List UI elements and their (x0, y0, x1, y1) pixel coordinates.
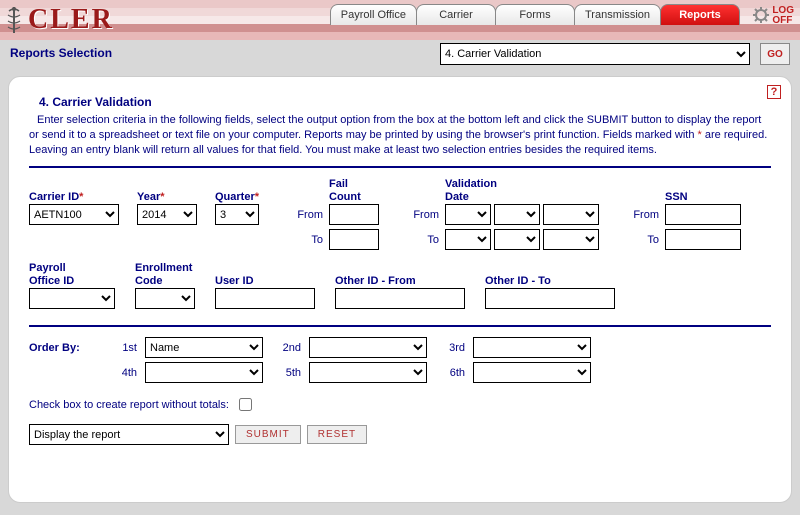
group-enrollment-code: Enrollment Code (135, 262, 195, 309)
order-by-section: Order By: 1st Name 2nd 3rd 4th 5th 6th (29, 337, 771, 383)
panel: ? 4. Carrier Validation Enter selection … (8, 76, 792, 503)
submit-button[interactable]: SUBMIT (235, 425, 301, 444)
group-payroll-office-id: Payroll Office ID (29, 262, 115, 309)
action-row: Display the report SUBMIT RESET (29, 424, 771, 445)
other-id-to-input[interactable] (485, 288, 615, 309)
label-order-by: Order By: (29, 342, 99, 354)
label-to-1: To (289, 234, 329, 246)
ssn-from-input[interactable] (665, 204, 741, 225)
label-quarter: Quarter (215, 178, 271, 204)
label-ord5: 5th (271, 367, 301, 379)
header-stripe: CLER Payroll Office Carrier Forms Transm… (0, 0, 800, 40)
checkbox-line: Check box to create report without total… (29, 395, 771, 414)
orderby-5-select[interactable] (309, 362, 427, 383)
valdate-from-mm[interactable] (445, 204, 491, 225)
label-ord4: 4th (107, 367, 137, 379)
gear-icon (753, 7, 769, 26)
year-select[interactable]: 2014 (137, 204, 197, 225)
group-other-id-from: Other ID - From (335, 262, 465, 309)
label-carrier-id: Carrier ID (29, 178, 119, 204)
label-from-1: From (289, 209, 329, 221)
logoff-link[interactable]: LOG OFF (753, 6, 794, 26)
label-from-2: From (405, 209, 445, 221)
help-icon[interactable]: ? (767, 85, 781, 99)
label-from-3: From (625, 209, 665, 221)
ssn-to-input[interactable] (665, 229, 741, 250)
label-ord2: 2nd (271, 342, 301, 354)
logo-text: CLER (28, 4, 114, 36)
output-option-select[interactable]: Display the report (29, 424, 229, 445)
payroll-office-id-select[interactable] (29, 288, 115, 309)
go-button[interactable]: GO (760, 43, 790, 65)
label-to-2: To (405, 234, 445, 246)
tab-payroll-office[interactable]: Payroll Office (330, 4, 417, 25)
label-ord1: 1st (107, 342, 137, 354)
label-to-3: To (625, 234, 665, 246)
tab-carrier[interactable]: Carrier (416, 4, 496, 25)
group-other-id-to: Other ID - To (485, 262, 615, 309)
orderby-6-select[interactable] (473, 362, 591, 383)
label-ord3: 3rd (435, 342, 465, 354)
group-ssn: SSN From To (625, 178, 741, 250)
divider-2 (29, 325, 771, 327)
label-ord6: 6th (435, 367, 465, 379)
label-no-totals: Check box to create report without total… (29, 399, 229, 411)
page-title: Reports Selection (10, 46, 112, 60)
reset-button[interactable]: RESET (307, 425, 367, 444)
carrier-id-select[interactable]: AETN100 (29, 204, 119, 225)
group-quarter: Quarter 3 (215, 178, 271, 250)
label-year: Year (137, 178, 197, 204)
label-validation-date: Validation Date (445, 178, 599, 204)
group-validation-date: Validation Date From To (405, 178, 599, 250)
no-totals-checkbox[interactable] (239, 398, 252, 411)
tab-transmission[interactable]: Transmission (574, 4, 661, 25)
logoff-text: LOG OFF (772, 6, 794, 26)
report-select[interactable]: 4. Carrier Validation (440, 43, 750, 65)
label-other-id-from: Other ID - From (335, 262, 465, 288)
tabs: Payroll Office Carrier Forms Transmissio… (331, 4, 740, 25)
panel-title: 4. Carrier Validation (39, 95, 771, 109)
valdate-to-mm[interactable] (445, 229, 491, 250)
label-user-id: User ID (215, 262, 315, 288)
label-payroll-office-id: Payroll Office ID (29, 262, 115, 288)
valdate-to-yy[interactable] (543, 229, 599, 250)
fail-count-to-input[interactable] (329, 229, 379, 250)
other-id-from-input[interactable] (335, 288, 465, 309)
desc-pre: Enter selection criteria in the followin… (29, 114, 761, 141)
subbar: Reports Selection 4. Carrier Validation … (0, 40, 800, 68)
orderby-1-select[interactable]: Name (145, 337, 263, 358)
logo: CLER (0, 0, 114, 40)
caduceus-icon (4, 5, 24, 35)
divider-1 (29, 166, 771, 168)
orderby-3-select[interactable] (473, 337, 591, 358)
group-fail-count: Fail Count From To (289, 178, 379, 250)
valdate-from-yy[interactable] (543, 204, 599, 225)
tab-reports[interactable]: Reports (660, 4, 740, 25)
label-enrollment-code: Enrollment Code (135, 262, 195, 288)
panel-description: Enter selection criteria in the followin… (29, 113, 771, 158)
fail-count-from-input[interactable] (329, 204, 379, 225)
tab-forms[interactable]: Forms (495, 4, 575, 25)
label-other-id-to: Other ID - To (485, 262, 615, 288)
label-ssn: SSN (665, 178, 741, 204)
quarter-select[interactable]: 3 (215, 204, 259, 225)
valdate-to-dd[interactable] (494, 229, 540, 250)
user-id-input[interactable] (215, 288, 315, 309)
valdate-from-dd[interactable] (494, 204, 540, 225)
orderby-4-select[interactable] (145, 362, 263, 383)
group-user-id: User ID (215, 262, 315, 309)
enrollment-code-select[interactable] (135, 288, 195, 309)
label-fail-count: Fail Count (329, 178, 379, 204)
orderby-2-select[interactable] (309, 337, 427, 358)
group-carrier-id: Carrier ID AETN100 (29, 178, 119, 250)
group-year: Year 2014 (137, 178, 197, 250)
